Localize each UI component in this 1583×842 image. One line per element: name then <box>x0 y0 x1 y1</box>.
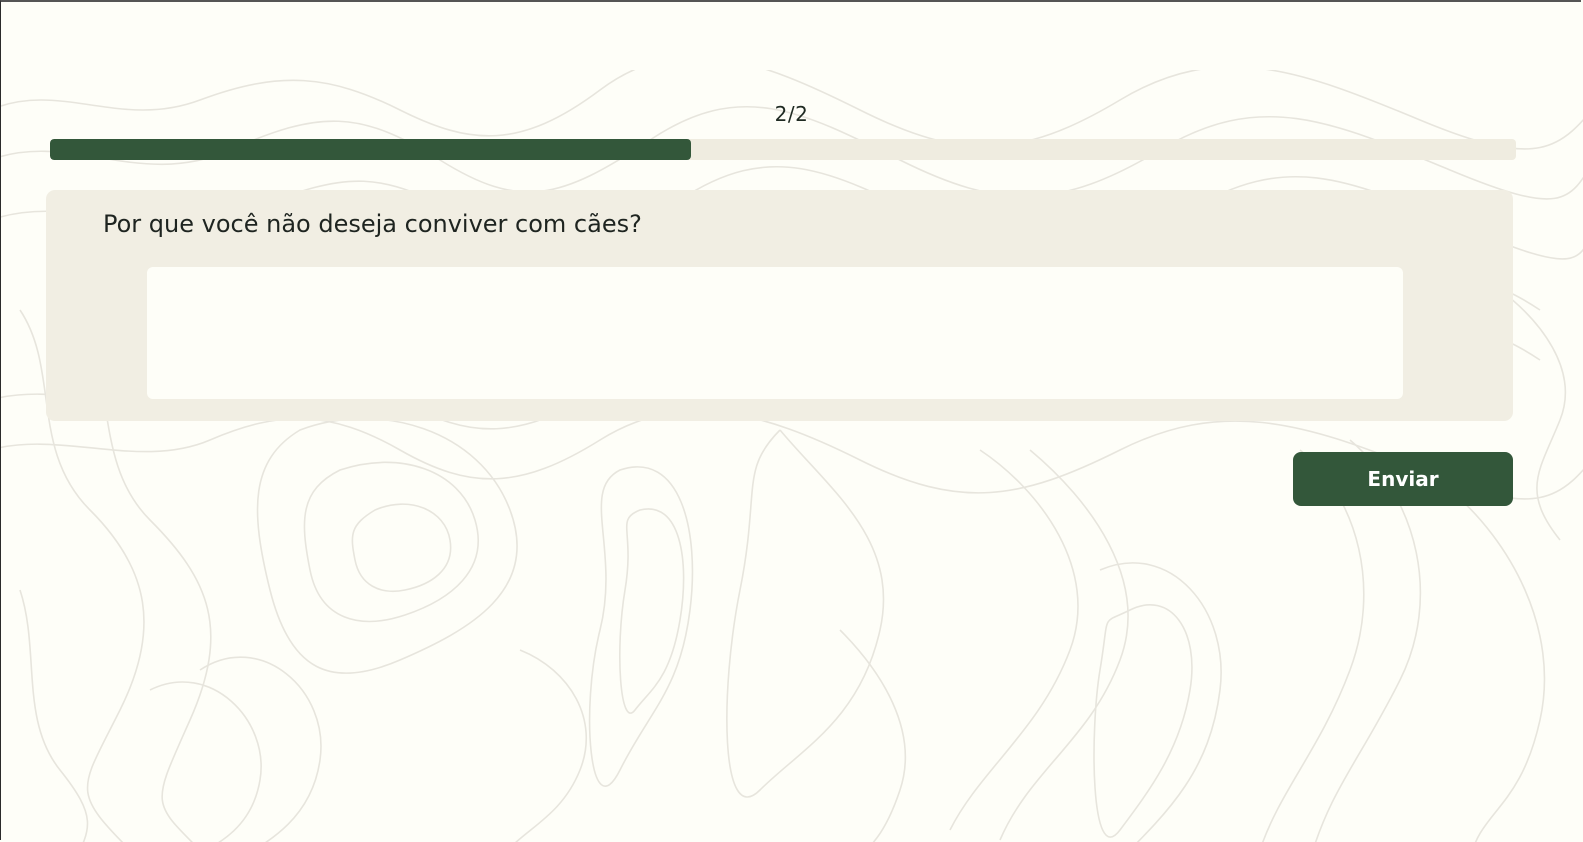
progress-bar-fill <box>50 139 691 160</box>
submit-button[interactable]: Enviar <box>1293 452 1513 506</box>
question-card: Por que você não deseja conviver com cãe… <box>46 190 1513 421</box>
progress-counter: 2/2 <box>774 102 809 126</box>
answer-textarea[interactable] <box>147 267 1403 399</box>
question-text: Por que você não deseja conviver com cãe… <box>103 210 642 238</box>
progress-bar <box>50 139 1516 160</box>
